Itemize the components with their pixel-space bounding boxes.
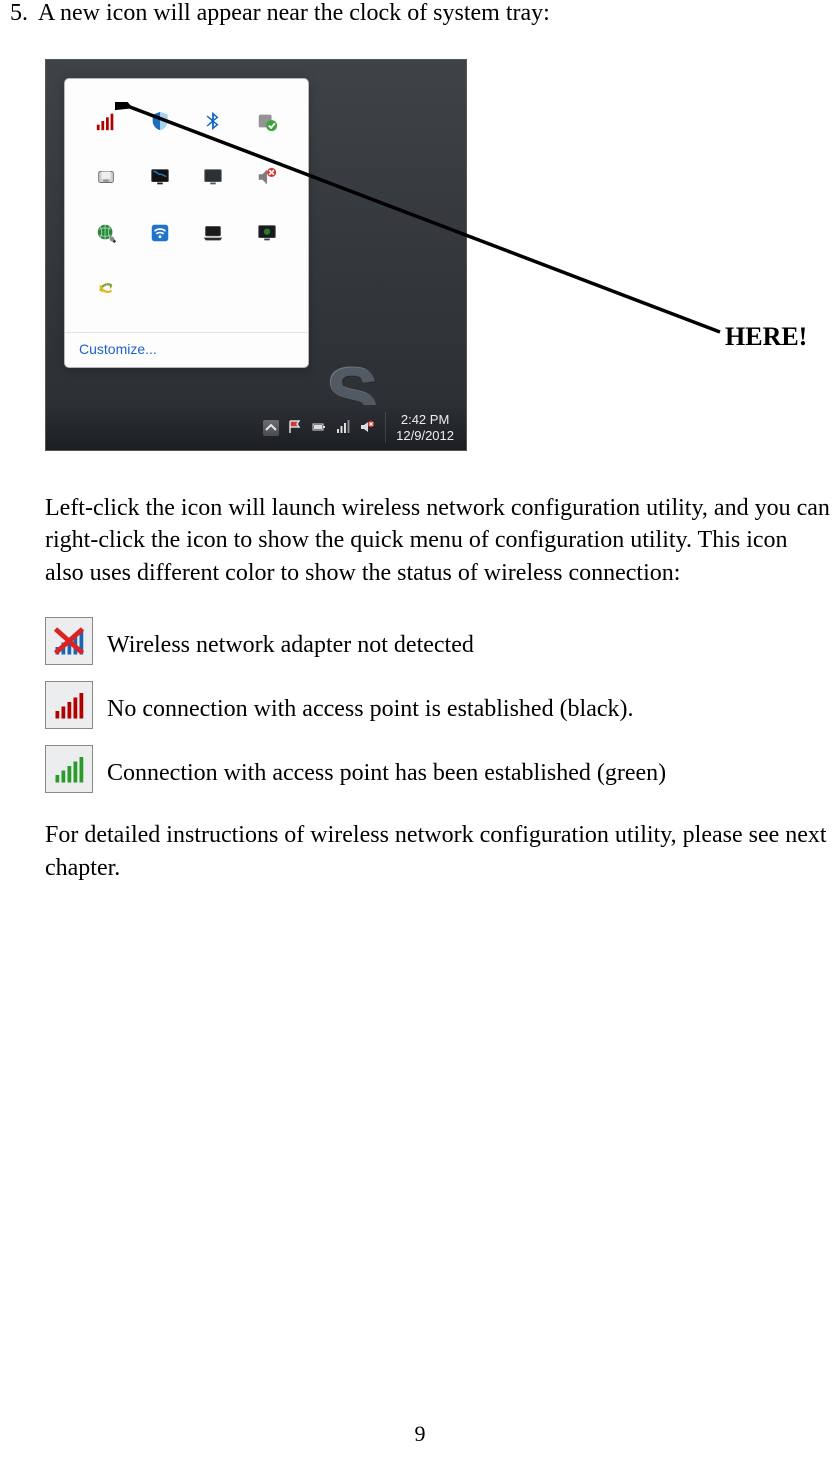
taskbar-time: 2:42 PM [396,412,454,428]
globe-icon[interactable] [81,207,131,259]
desktop-screenshot: S [45,59,467,451]
wifi-blue-icon[interactable] [135,207,185,259]
step-number: 5. [10,0,28,27]
speaker-muted-icon[interactable] [242,151,292,203]
page-number: 9 [0,1421,840,1447]
tray-customize-link[interactable]: Customize... [65,332,308,367]
step-heading: 5. A new icon will appear near the clock… [10,0,830,27]
description-paragraph-2: For detailed instructions of wireless ne… [45,819,830,884]
flag-icon[interactable] [287,414,303,442]
taskbar: 2:42 PM 12/9/2012 [46,405,466,450]
status-icon-no-connection [45,681,93,729]
taskbar-clock[interactable]: 2:42 PM 12/9/2012 [385,412,458,443]
display-icon[interactable] [189,151,239,203]
status-list: Wireless network adapter not detected No… [45,617,830,793]
description-paragraph-1: Left-click the icon will launch wireless… [45,492,830,589]
gpu-icon[interactable] [242,207,292,259]
drive-icon[interactable] [81,151,131,203]
network-icon[interactable] [335,414,351,442]
laptop-dark-icon[interactable] [189,207,239,259]
chevron-up-icon[interactable] [263,420,279,436]
status-icon-connected [45,745,93,793]
tray-icon-grid [65,79,308,332]
volume-muted-icon[interactable] [359,414,375,442]
taskbar-tray-icons [263,414,375,442]
status-label: Wireless network adapter not detected [107,632,474,665]
battery-icon[interactable] [311,414,327,442]
signal-bars-red-icon[interactable] [81,95,131,147]
status-label: No connection with access point is estab… [107,696,634,729]
screenshot-figure: S [45,59,467,451]
monitor-black-icon[interactable] [135,151,185,203]
content-area: S [45,27,830,884]
shield-blue-icon[interactable] [135,95,185,147]
status-icon-not-detected [45,617,93,665]
callout-label: HERE! [725,322,807,352]
step-text: A new icon will appear near the clock of… [38,0,550,27]
taskbar-date: 12/9/2012 [396,428,454,444]
bluetooth-icon[interactable] [189,95,239,147]
status-label: Connection with access point has been es… [107,760,666,793]
tray-overflow-panel: Customize... [64,78,309,368]
status-item: Connection with access point has been es… [45,745,830,793]
status-item: No connection with access point is estab… [45,681,830,729]
green-check-icon[interactable] [242,95,292,147]
arrows-yellow-icon[interactable] [81,263,131,315]
status-item: Wireless network adapter not detected [45,617,830,665]
